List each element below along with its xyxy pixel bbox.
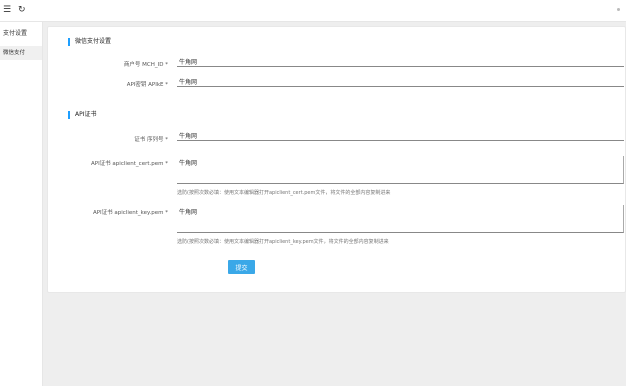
menu-toggle-icon[interactable]: ☰: [3, 4, 11, 16]
sidebar: 支付设置 微信支付: [0, 22, 43, 386]
cert-textarea[interactable]: 牛角网: [177, 156, 624, 184]
key-textarea[interactable]: 牛角网: [177, 205, 624, 233]
apikey-input[interactable]: [177, 76, 624, 87]
sidebar-item-payment-settings[interactable]: 支付设置: [0, 27, 42, 41]
mchid-label: 商户号 MCH_ID *: [123, 62, 168, 68]
cert-help-text: 选防(按照次数必填：使用文本编辑器打开apiclient_cert.pem文件，…: [177, 190, 391, 196]
apikey-label: API密钥 APIkE *: [126, 82, 168, 88]
serial-input[interactable]: [177, 130, 624, 141]
top-toolbar: ☰ ↻: [0, 0, 626, 22]
submit-button[interactable]: 提交: [228, 260, 255, 274]
mchid-input[interactable]: [177, 56, 624, 67]
section-title-wechat-pay: 微信支付设置: [68, 38, 111, 46]
sidebar-item-wechat-pay[interactable]: 微信支付: [0, 46, 42, 60]
toolbar-dot-icon: [617, 8, 620, 11]
settings-form-card: 微信支付设置 商户号 MCH_ID * API密钥 APIkE * API证书 …: [47, 26, 626, 293]
cert-label: API证书 apiclient_cert.pem *: [90, 161, 168, 167]
section-title-api-cert: API证书: [68, 111, 97, 119]
serial-label: 证书 序列号 *: [134, 137, 168, 143]
refresh-icon[interactable]: ↻: [18, 4, 26, 16]
key-label: API证书 apiclient_key.pem *: [92, 210, 168, 216]
key-help-text: 选防(按照次数必填：使用文本编辑器打开apiclient_key.pem文件，将…: [177, 239, 389, 245]
main-content: 微信支付设置 商户号 MCH_ID * API密钥 APIkE * API证书 …: [43, 22, 626, 386]
